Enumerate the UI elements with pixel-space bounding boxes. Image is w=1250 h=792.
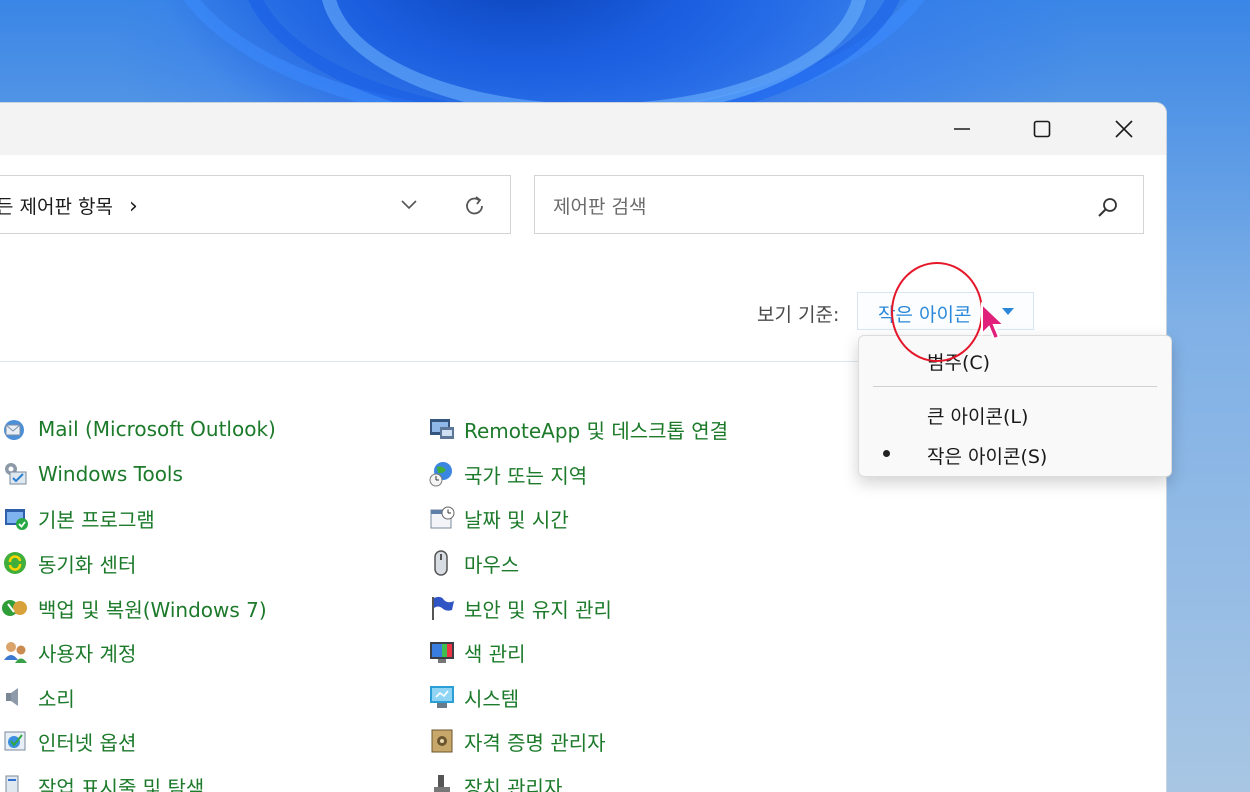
maximize-icon bbox=[1033, 120, 1051, 138]
item-label[interactable]: 시스템 bbox=[464, 683, 519, 712]
close-button[interactable] bbox=[1084, 103, 1164, 155]
list-item[interactable]: 날짜 및 시간 bbox=[428, 502, 569, 534]
breadcrumb-chevron-icon[interactable]: › bbox=[129, 194, 138, 219]
breadcrumb-label[interactable]: 든 제어판 항목 bbox=[0, 196, 113, 218]
list-item[interactable]: 색 관리 bbox=[428, 636, 526, 668]
item-label[interactable]: Mail (Microsoft Outlook) bbox=[38, 417, 276, 441]
item-label[interactable]: RemoteApp 및 데스크톱 연결 bbox=[464, 415, 728, 444]
breadcrumb[interactable]: 든 제어판 항목 › bbox=[0, 192, 138, 219]
sync-center-icon bbox=[4, 552, 26, 574]
list-item[interactable]: 국가 또는 지역 bbox=[428, 458, 587, 490]
item-label[interactable]: 작업 표시줄 및 탐색 bbox=[38, 772, 204, 792]
remoteapp-icon bbox=[430, 419, 454, 439]
security-flag-icon bbox=[432, 596, 454, 620]
color-management-icon bbox=[430, 642, 454, 663]
list-item[interactable]: 사용자 계정 bbox=[2, 636, 136, 668]
address-bar[interactable]: 든 제어판 항목 › bbox=[0, 175, 511, 234]
mail-icon bbox=[4, 420, 24, 440]
menu-item-large-icons[interactable]: 큰 아이콘(L) bbox=[927, 402, 1028, 429]
item-label[interactable]: 인터넷 옵션 bbox=[38, 727, 136, 756]
minimize-icon bbox=[954, 128, 970, 130]
item-label[interactable]: 마우스 bbox=[464, 549, 519, 578]
list-item[interactable]: 장치 관리자 bbox=[428, 770, 562, 792]
list-item[interactable]: 마우스 bbox=[428, 547, 519, 579]
item-label[interactable]: 동기화 센터 bbox=[38, 549, 136, 578]
default-programs-icon bbox=[5, 509, 28, 530]
item-label[interactable]: 자격 증명 관리자 bbox=[464, 727, 606, 756]
item-label[interactable]: 장치 관리자 bbox=[464, 772, 562, 792]
search-input[interactable]: 제어판 검색 bbox=[553, 192, 646, 219]
search-box[interactable]: 제어판 검색 bbox=[534, 175, 1144, 234]
list-item[interactable]: RemoteApp 및 데스크톱 연결 bbox=[428, 413, 728, 445]
search-icon[interactable] bbox=[1096, 195, 1120, 219]
close-icon bbox=[1115, 120, 1133, 138]
item-label[interactable]: 날짜 및 시간 bbox=[464, 504, 569, 533]
mouse-pointer-icon bbox=[981, 302, 1007, 341]
item-label[interactable]: 색 관리 bbox=[464, 638, 526, 667]
minimize-button[interactable] bbox=[922, 103, 1002, 155]
item-label[interactable]: 사용자 계정 bbox=[38, 638, 136, 667]
taskbar-icon bbox=[5, 775, 19, 792]
title-bar bbox=[0, 103, 1166, 155]
system-icon bbox=[430, 686, 454, 708]
backup-icon bbox=[2, 600, 27, 616]
selected-bullet-icon bbox=[883, 450, 890, 457]
view-by-label: 보기 기준: bbox=[757, 304, 840, 326]
view-by-menu: 범주(C) 큰 아이콘(L) 작은 아이콘(S) bbox=[858, 335, 1172, 477]
user-accounts-icon bbox=[4, 642, 27, 663]
device-manager-icon bbox=[434, 775, 450, 792]
sound-icon bbox=[6, 688, 18, 706]
refresh-icon[interactable] bbox=[462, 193, 488, 219]
highlight-circle bbox=[891, 262, 983, 362]
list-item[interactable]: 보안 및 유지 관리 bbox=[428, 592, 612, 624]
windows-tools-icon bbox=[5, 463, 27, 485]
credential-manager-icon bbox=[431, 729, 453, 753]
item-label[interactable]: 기본 프로그램 bbox=[38, 504, 155, 533]
list-item[interactable]: 인터넷 옵션 bbox=[2, 725, 136, 757]
item-label[interactable]: Windows Tools bbox=[38, 462, 183, 486]
menu-item-small-icons[interactable]: 작은 아이콘(S) bbox=[927, 442, 1047, 469]
list-item[interactable]: 자격 증명 관리자 bbox=[428, 725, 606, 757]
maximize-button[interactable] bbox=[1002, 103, 1082, 155]
internet-options-icon bbox=[4, 731, 26, 751]
list-item[interactable]: 동기화 센터 bbox=[2, 547, 136, 579]
date-time-icon bbox=[430, 506, 455, 529]
menu-separator bbox=[873, 386, 1157, 387]
list-item[interactable]: 시스템 bbox=[428, 681, 519, 713]
list-item[interactable]: 기본 프로그램 bbox=[2, 502, 155, 534]
item-label[interactable]: 보안 및 유지 관리 bbox=[464, 594, 612, 623]
list-item[interactable]: Windows Tools bbox=[2, 458, 183, 490]
item-label[interactable]: 백업 및 복원(Windows 7) bbox=[38, 594, 267, 623]
item-label[interactable]: 소리 bbox=[38, 683, 75, 712]
list-item[interactable]: 백업 및 복원(Windows 7) bbox=[2, 592, 267, 624]
list-item[interactable]: Mail (Microsoft Outlook) bbox=[2, 413, 276, 445]
mouse-icon bbox=[434, 550, 448, 576]
list-item[interactable]: 작업 표시줄 및 탐색 bbox=[2, 770, 204, 792]
list-item[interactable]: 소리 bbox=[2, 681, 75, 713]
chevron-down-icon[interactable] bbox=[399, 198, 419, 212]
item-label[interactable]: 국가 또는 지역 bbox=[464, 460, 587, 489]
region-icon bbox=[429, 462, 452, 487]
